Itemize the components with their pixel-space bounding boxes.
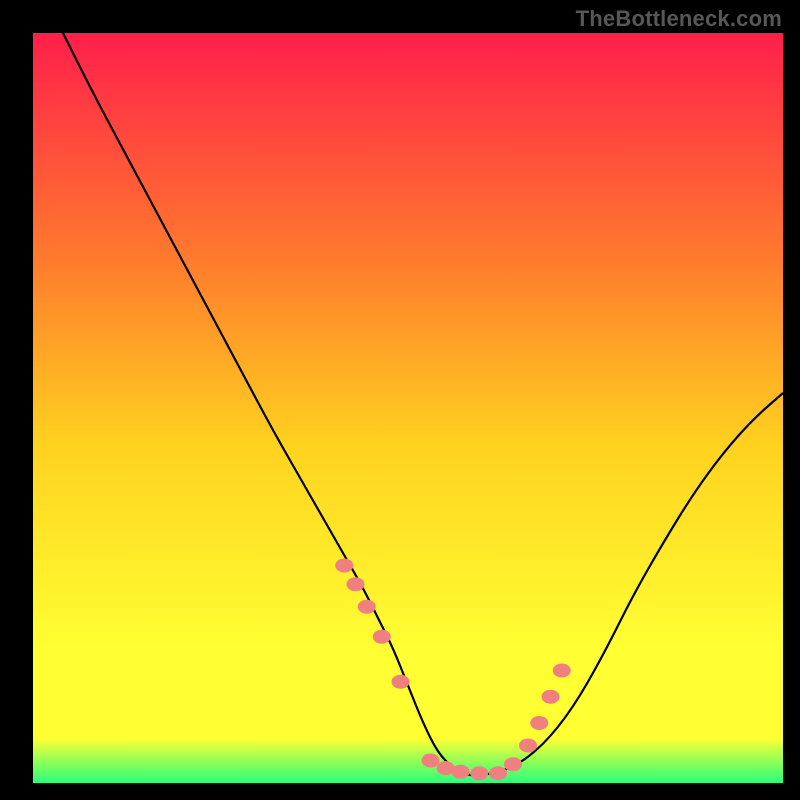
highlight-dot — [335, 559, 353, 573]
highlight-dot — [542, 690, 560, 704]
chart-frame — [33, 33, 783, 783]
highlight-dot — [553, 664, 571, 678]
watermark-text: TheBottleneck.com — [576, 6, 782, 32]
highlight-dot — [422, 754, 440, 768]
highlight-dot — [358, 600, 376, 614]
highlight-dot — [530, 716, 548, 730]
gradient-background — [33, 33, 783, 783]
highlight-dot — [452, 765, 470, 779]
highlight-dot — [373, 630, 391, 644]
chart-svg — [33, 33, 783, 783]
highlight-dot — [470, 766, 488, 780]
highlight-dot — [347, 577, 365, 591]
highlight-dot — [489, 766, 507, 780]
highlight-dot — [392, 675, 410, 689]
highlight-dot — [504, 757, 522, 771]
highlight-dot — [519, 739, 537, 753]
